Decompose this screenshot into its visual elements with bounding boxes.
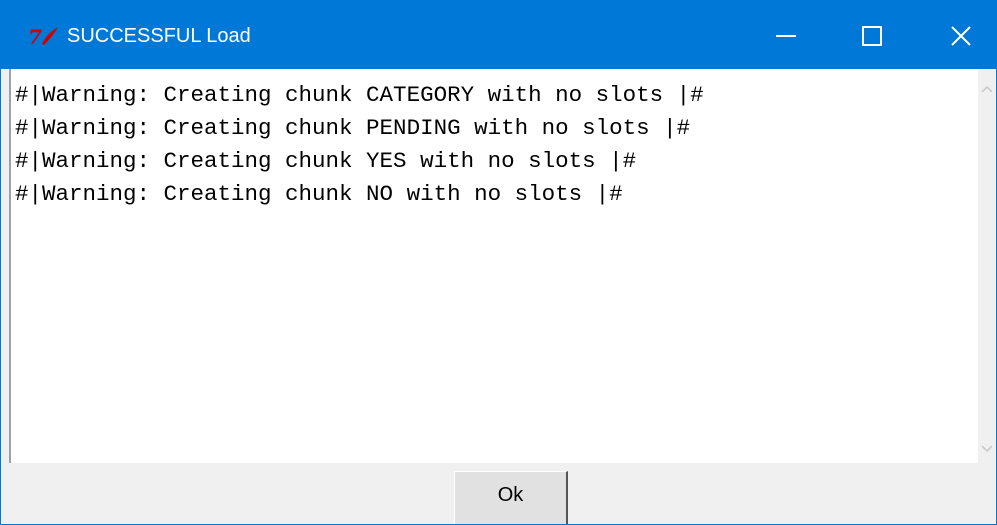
maximize-icon — [862, 26, 882, 46]
output-text: #|Warning: Creating chunk CATEGORY with … — [15, 79, 704, 211]
button-bar: Ok — [1, 463, 996, 524]
output-line: #|Warning: Creating chunk YES with no sl… — [15, 148, 637, 174]
vertical-scrollbar[interactable] — [978, 69, 996, 463]
minimize-button[interactable] — [739, 1, 833, 69]
tk-feather-icon: 7 — [28, 25, 58, 48]
window-title: SUCCESSFUL Load — [67, 25, 251, 47]
dialog-window: 7 SUCCESSFUL Load #|Warning: Creating ch… — [0, 0, 997, 525]
svg-text:7: 7 — [28, 25, 42, 48]
output-line: #|Warning: Creating chunk PENDING with n… — [15, 115, 691, 141]
minimize-icon — [776, 35, 796, 37]
close-button[interactable] — [904, 1, 996, 69]
output-line: #|Warning: Creating chunk CATEGORY with … — [15, 82, 704, 108]
scroll-up-arrow-icon[interactable] — [981, 85, 993, 93]
output-line: #|Warning: Creating chunk NO with no slo… — [15, 181, 623, 207]
scroll-down-arrow-icon[interactable] — [981, 445, 993, 453]
title-bar[interactable]: 7 SUCCESSFUL Load — [1, 1, 996, 69]
output-text-area[interactable]: #|Warning: Creating chunk CATEGORY with … — [9, 69, 978, 463]
close-icon — [951, 26, 971, 46]
ok-button[interactable]: Ok — [454, 471, 568, 524]
